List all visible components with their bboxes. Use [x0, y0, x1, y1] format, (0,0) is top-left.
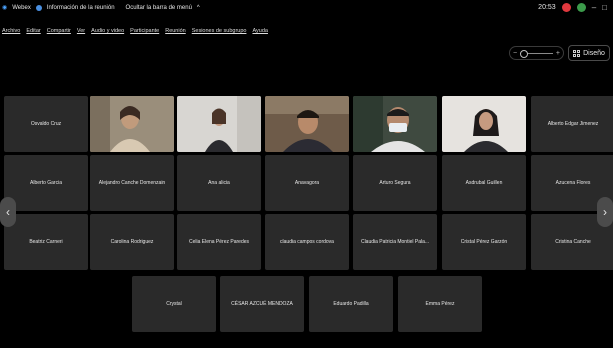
webex-logo-icon: ◉: [2, 5, 8, 11]
participant-name: claudia campos cordova: [280, 239, 334, 245]
zoom-knob[interactable]: [520, 49, 529, 58]
participant-tile[interactable]: Beatriz Carneri: [4, 214, 88, 270]
participant-video-tile[interactable]: [265, 96, 349, 152]
participant-tile[interactable]: Claudia Patricia Montiel Pala...: [353, 214, 437, 270]
zoom-out-icon[interactable]: −: [513, 50, 517, 57]
menu-bar: Archivo Editar Compartir Ver Audio y vid…: [2, 28, 268, 34]
participant-name: Alejandro Canche Domenzain: [98, 180, 166, 186]
participant-video-tile[interactable]: [90, 96, 174, 152]
recording-indicator-icon: [561, 3, 571, 12]
participant-tile[interactable]: Arturo Segura: [353, 155, 437, 211]
participant-name: Claudia Patricia Montiel Pala...: [360, 239, 430, 245]
meeting-info-link[interactable]: Información de la reunión: [47, 5, 115, 11]
participant-name: Ana alicia: [208, 180, 230, 186]
participant-tile[interactable]: Alejandro Canche Domenzain: [90, 155, 174, 211]
minimize-button[interactable]: –: [592, 3, 596, 12]
participant-tile[interactable]: Emma Pérez: [398, 276, 482, 332]
participant-tile[interactable]: Alberto Edgar Jimenez: [531, 96, 613, 152]
participant-tile[interactable]: Celia Elena Pérez Paredes: [177, 214, 261, 270]
participant-tile[interactable]: Carolina Rodriguez: [90, 214, 174, 270]
participant-name: Beatriz Carneri: [29, 239, 63, 245]
participant-name: Alberto Garcia: [30, 180, 62, 186]
zoom-in-icon[interactable]: +: [556, 50, 560, 57]
participant-name: Arturo Segura: [379, 180, 411, 186]
title-bar-left: ◉ Webex Información de la reunión Oculta…: [2, 4, 200, 11]
chevron-left-icon: ‹: [6, 205, 10, 219]
participant-name: Carolina Rodriguez: [110, 239, 154, 245]
participant-tile[interactable]: Anavagora: [265, 155, 349, 211]
participant-video-4: [353, 96, 437, 152]
participant-name: Azucena Flores: [555, 180, 591, 186]
participant-name: Cristal Pérez Garzón: [460, 239, 508, 245]
webex-meeting-window: ◉ Webex Información de la reunión Oculta…: [0, 0, 613, 348]
participant-tile[interactable]: Ana alicia: [177, 155, 261, 211]
participant-tile[interactable]: Eduardo Padilla: [309, 276, 393, 332]
participant-tile[interactable]: claudia campos cordova: [265, 214, 349, 270]
participant-name: CÉSAR AZCUÉ MENDOZA: [231, 301, 293, 307]
menu-reunion[interactable]: Reunión: [165, 28, 186, 34]
menu-ver[interactable]: Ver: [77, 28, 85, 34]
chevron-right-icon: ›: [603, 205, 607, 219]
participant-video-5: [442, 96, 526, 152]
app-name: Webex: [12, 4, 31, 11]
participant-name: Emma Pérez: [425, 301, 455, 307]
menu-audio-video[interactable]: Audio y video: [91, 28, 124, 34]
menu-archivo[interactable]: Archivo: [2, 28, 20, 34]
layout-button-label: Diseño: [583, 49, 605, 57]
maximize-button[interactable]: □: [602, 3, 607, 12]
participant-name: Cristina Canche: [555, 239, 591, 245]
menu-ayuda[interactable]: Ayuda: [252, 28, 268, 34]
participant-name: Eduardo Padilla: [333, 301, 369, 307]
participant-video-tile[interactable]: [177, 96, 261, 152]
title-bar: ◉ Webex Información de la reunión Oculta…: [0, 0, 613, 20]
participant-tile[interactable]: Cristal Pérez Garzón: [442, 214, 526, 270]
menu-compartir[interactable]: Compartir: [47, 28, 71, 34]
menu-participante[interactable]: Participante: [130, 28, 159, 34]
info-icon: [35, 4, 42, 11]
chevron-up-icon[interactable]: ^: [197, 5, 200, 11]
participant-name: Celia Elena Pérez Paredes: [188, 239, 250, 245]
zoom-track[interactable]: [520, 49, 553, 58]
menu-editar[interactable]: Editar: [26, 28, 40, 34]
participant-tile[interactable]: Alberto Garcia: [4, 155, 88, 211]
participant-name: Osvaldo Cruz: [30, 121, 62, 127]
participant-video-tile[interactable]: [442, 96, 526, 152]
connection-status-icon: [576, 3, 586, 12]
menu-sesiones-subgrupo[interactable]: Sesiones de subgrupo: [192, 28, 247, 34]
zoom-slider[interactable]: − +: [509, 46, 564, 60]
participant-name: Asdrubal Guillen: [465, 180, 503, 186]
next-page-button[interactable]: ›: [597, 197, 613, 227]
previous-page-button[interactable]: ‹: [0, 197, 16, 227]
clock: 20:53: [538, 4, 556, 11]
participant-tile[interactable]: Osvaldo Cruz: [4, 96, 88, 152]
participant-tile[interactable]: Asdrubal Guillen: [442, 155, 526, 211]
participant-tile[interactable]: CÉSAR AZCUÉ MENDOZA: [220, 276, 304, 332]
grid-layout-icon: [573, 49, 581, 57]
hide-menu-bar-button[interactable]: Ocultar la barra de menú: [126, 5, 192, 11]
title-bar-right: 20:53 – □: [538, 3, 607, 12]
layout-button[interactable]: Diseño: [568, 45, 610, 61]
participant-video-2: [177, 96, 261, 152]
participant-tile[interactable]: Crystal: [132, 276, 216, 332]
participant-name: Crystal: [166, 301, 182, 307]
participant-name: Anavagora: [294, 180, 320, 186]
participant-name: Alberto Edgar Jimenez: [547, 121, 599, 127]
participant-video-1: [90, 96, 174, 152]
participant-video-3: [265, 96, 349, 152]
participant-video-tile[interactable]: [353, 96, 437, 152]
